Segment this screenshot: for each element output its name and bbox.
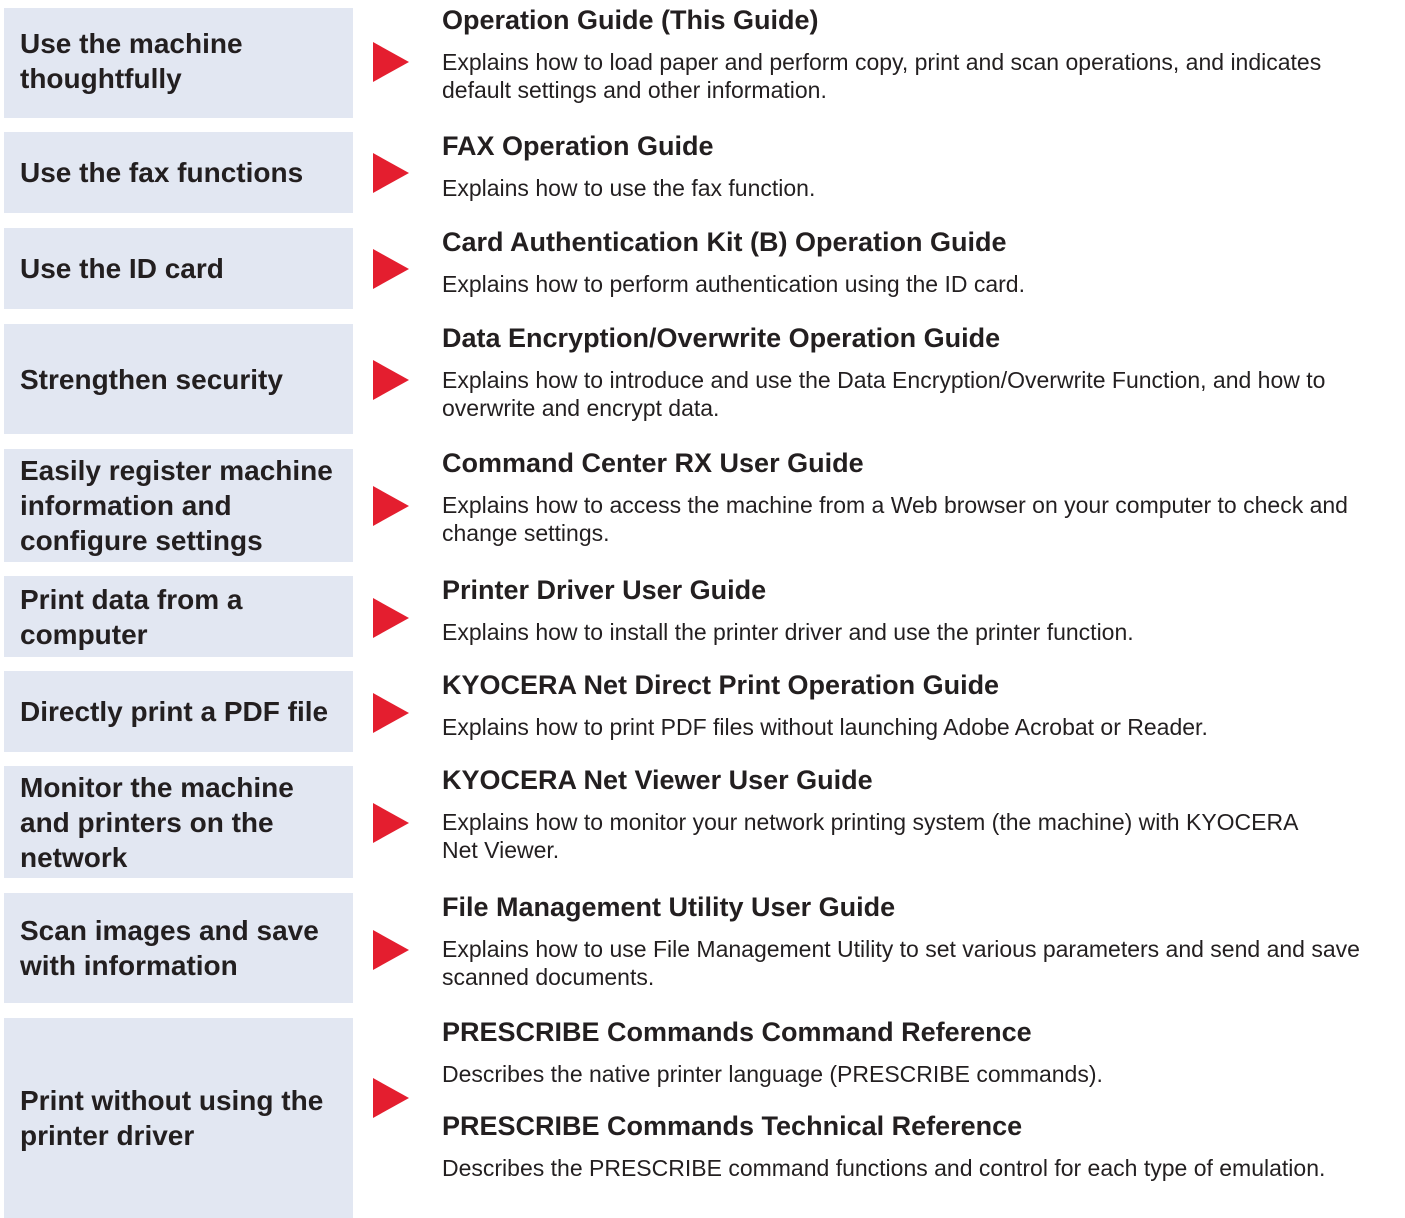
task-box: Print data from a computer	[4, 576, 353, 657]
task-box: Use the machine thoughtfully	[4, 8, 353, 118]
guide-entry: KYOCERA Net Viewer User Guide Explains ho…	[442, 764, 1322, 864]
task-label: Use the fax functions	[20, 157, 304, 188]
guide-index: Use the machine thoughtfully Operation Gu…	[0, 0, 1405, 1218]
red-triangle-arrow-icon	[373, 153, 409, 193]
guide-title: PRESCRIBE Commands Technical Reference	[442, 1111, 1023, 1141]
guide-description: Explains how to perform authentication u…	[442, 271, 1025, 297]
guide-description: Explains how to load paper and perform c…	[442, 49, 1322, 103]
guide-list: KYOCERA Net Viewer User Guide Explains ho…	[442, 764, 1322, 864]
task-box: Directly print a PDF file	[4, 671, 353, 752]
guide-title: KYOCERA Net Viewer User Guide	[442, 765, 873, 795]
red-triangle-arrow-icon	[373, 360, 409, 400]
task-box: Monitor the machine and printers on the …	[4, 766, 353, 878]
red-triangle-arrow-icon	[373, 930, 409, 970]
guide-title: Operation Guide (This Guide)	[442, 5, 819, 35]
guide-description: Describes the PRESCRIBE command function…	[442, 1155, 1326, 1181]
guide-list: Data Encryption/Overwrite Operation Guid…	[442, 322, 1397, 422]
guide-list: File Management Utility User Guide Explai…	[442, 891, 1397, 991]
guide-entry: Operation Guide (This Guide) Explains how…	[442, 4, 1352, 104]
red-triangle-arrow-icon	[373, 249, 409, 289]
guide-description: Explains how to print PDF files without …	[442, 714, 1208, 740]
guide-entry: Command Center RX User Guide Explains how…	[442, 447, 1377, 547]
guide-list: FAX Operation Guide Explains how to use t…	[442, 130, 1397, 202]
guide-list: Command Center RX User Guide Explains how…	[442, 447, 1377, 547]
guide-description: Explains how to introduce and use the Da…	[442, 367, 1326, 421]
guide-title: Command Center RX User Guide	[442, 448, 864, 478]
guide-entry: File Management Utility User Guide Explai…	[442, 891, 1397, 991]
guide-list: Printer Driver User Guide Explains how to…	[442, 574, 1397, 646]
task-box: Use the fax functions	[4, 132, 353, 213]
guide-list: KYOCERA Net Direct Print Operation Guide…	[442, 669, 1397, 741]
guide-title: File Management Utility User Guide	[442, 892, 896, 922]
task-label: Print data from a computer	[20, 583, 243, 650]
guide-entry: Card Authentication Kit (B) Operation Gu…	[442, 226, 1397, 298]
red-triangle-arrow-icon	[373, 1078, 409, 1118]
task-label: Strengthen security	[20, 363, 283, 395]
guide-title: Printer Driver User Guide	[442, 575, 767, 605]
guide-description: Describes the native printer language (P…	[442, 1061, 1103, 1087]
task-label: Scan images and save with information	[20, 915, 319, 981]
task-label: Use the ID card	[20, 253, 224, 284]
task-label: Print without using the printer driver	[20, 1085, 324, 1151]
task-label: Monitor the machine and printers on the …	[20, 771, 294, 873]
guide-description: Explains how to access the machine from …	[442, 492, 1348, 546]
task-box: Strengthen security	[4, 324, 353, 434]
guide-description: Explains how to install the printer driv…	[442, 619, 1134, 645]
task-label: Use the machine thoughtfully	[20, 28, 243, 94]
red-triangle-arrow-icon	[373, 42, 409, 82]
task-label: Directly print a PDF file	[20, 696, 329, 727]
task-box: Use the ID card	[4, 228, 353, 309]
guide-title: KYOCERA Net Direct Print Operation Guide	[442, 670, 1000, 700]
guide-description: Explains how to use the fax function.	[442, 175, 816, 201]
guide-description: Explains how to monitor your network pri…	[442, 809, 1298, 863]
guide-title: FAX Operation Guide	[442, 131, 714, 161]
guide-entry: Data Encryption/Overwrite Operation Guid…	[442, 322, 1397, 422]
guide-entry: PRESCRIBE Commands Technical Reference De…	[442, 1110, 1352, 1182]
task-label: Easily register machine information and …	[20, 455, 333, 556]
red-triangle-arrow-icon	[373, 803, 409, 843]
guide-description: Explains how to use File Management Util…	[442, 936, 1360, 990]
guide-entry: FAX Operation Guide Explains how to use t…	[442, 130, 1397, 202]
guide-entry: PRESCRIBE Commands Command Reference Desc…	[442, 1016, 1352, 1088]
red-triangle-arrow-icon	[373, 598, 409, 638]
red-triangle-arrow-icon	[373, 486, 409, 526]
guide-entry: Printer Driver User Guide Explains how to…	[442, 574, 1397, 646]
red-triangle-arrow-icon	[373, 693, 409, 733]
guide-list: PRESCRIBE Commands Command Reference Desc…	[442, 1016, 1352, 1182]
guide-entry: KYOCERA Net Direct Print Operation Guide…	[442, 669, 1397, 741]
guide-title: PRESCRIBE Commands Command Reference	[442, 1017, 1032, 1047]
guide-list: Card Authentication Kit (B) Operation Gu…	[442, 226, 1397, 298]
guide-list: Operation Guide (This Guide) Explains how…	[442, 4, 1352, 104]
task-box: Easily register machine information and …	[4, 449, 353, 562]
guide-title: Data Encryption/Overwrite Operation Guid…	[442, 323, 1001, 353]
guide-title: Card Authentication Kit (B) Operation Gu…	[442, 227, 1007, 257]
task-box: Print without using the printer driver	[4, 1018, 353, 1218]
task-box: Scan images and save with information	[4, 893, 353, 1003]
